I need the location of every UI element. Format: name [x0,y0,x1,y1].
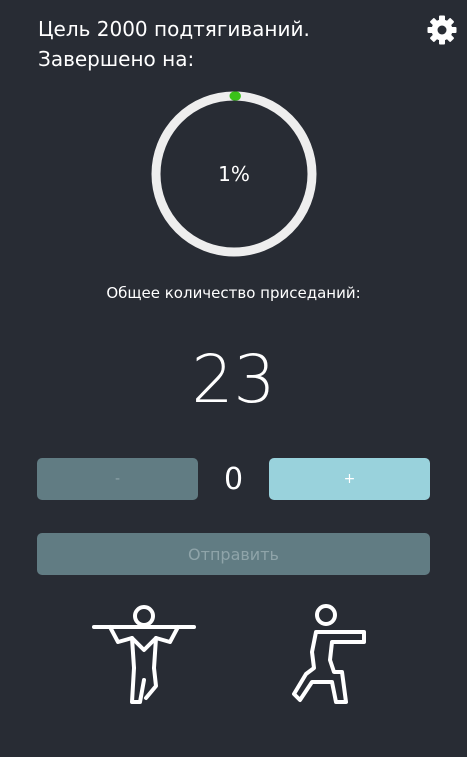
counter-value: 0 [223,461,244,497]
goal-title-line-2: Завершено на: [38,47,195,71]
goal-title: Цель 2000 подтягиваний. Завершено на: [38,14,310,74]
increment-button[interactable]: + [269,458,430,500]
decrement-button[interactable]: - [37,458,198,500]
pullup-icon[interactable] [92,602,196,708]
submit-button[interactable]: Отправить [37,533,430,575]
total-value: 23 [191,341,276,418]
progress-percent: 1% [218,162,250,186]
goal-title-line-1: Цель 2000 подтягиваний. [38,17,310,41]
total-label: Общее количество приседаний: [106,284,361,302]
squat-icon[interactable] [290,602,370,708]
settings-button[interactable] [424,12,460,48]
progress-ring: 1% [148,88,320,260]
gear-icon [427,15,457,45]
